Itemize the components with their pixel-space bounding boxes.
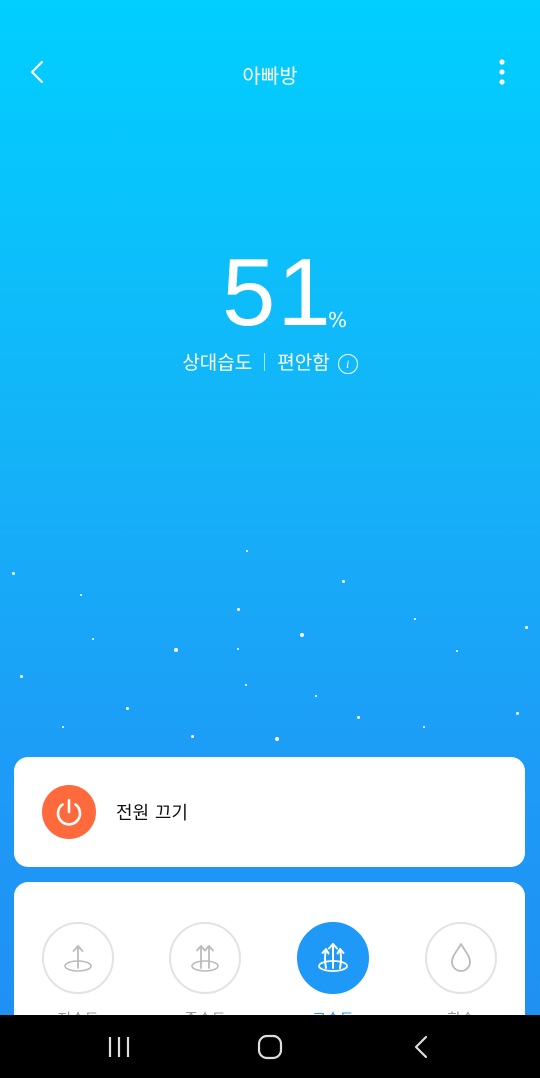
divider — [264, 353, 266, 371]
mode-high-speed[interactable]: 고속도 — [297, 922, 369, 1029]
comfort-status: 편안함 — [277, 352, 330, 374]
power-icon — [56, 798, 82, 826]
header: 아빠방 — [0, 0, 540, 140]
mode-mid-speed[interactable]: 중속도 — [169, 922, 241, 1029]
system-nav-bar — [0, 1015, 540, 1078]
power-button[interactable] — [42, 785, 96, 839]
recent-apps-icon[interactable] — [104, 1033, 134, 1061]
humidity-unit: % — [328, 308, 348, 332]
info-icon[interactable]: i — [337, 354, 358, 374]
triple-arrow-icon — [318, 943, 348, 972]
home-icon[interactable] — [254, 1033, 286, 1061]
humidity-status: 상대습도 편안함 i — [0, 348, 540, 375]
star-decoration — [0, 530, 540, 760]
power-card: 전원 끄기 — [14, 757, 525, 867]
single-arrow-icon — [64, 945, 92, 972]
mode-humidity-button[interactable] — [425, 922, 497, 994]
mode-mid-button[interactable] — [169, 922, 241, 994]
humidity-label: 상대습도 — [182, 352, 253, 374]
humidity-display: 51 % — [0, 239, 540, 348]
nav-back-icon[interactable] — [406, 1033, 436, 1061]
mode-low-button[interactable] — [42, 922, 114, 994]
page-title: 아빠방 — [242, 64, 298, 88]
more-options-icon[interactable] — [486, 56, 518, 88]
mode-humidity[interactable]: 항습 — [425, 922, 497, 1029]
mode-high-button[interactable] — [297, 922, 369, 994]
water-drop-icon — [451, 943, 471, 972]
double-arrow-icon — [191, 945, 219, 972]
mode-low-speed[interactable]: 저속도 — [42, 922, 114, 1029]
humidity-value: 51 — [222, 239, 333, 346]
power-label: 전원 끄기 — [116, 803, 188, 824]
